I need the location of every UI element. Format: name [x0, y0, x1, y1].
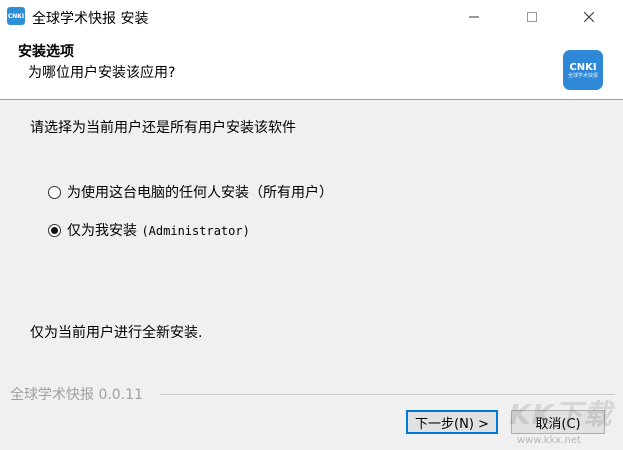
watermark-url: www.kkx.net: [517, 435, 581, 446]
cnki-logo: CNKI 全球学术快报: [563, 50, 603, 90]
title-bar: CNKI 全球学术快报 安装: [0, 0, 623, 33]
footer-divider: [160, 394, 615, 395]
minimize-button[interactable]: [451, 0, 497, 33]
window-title: 全球学术快报 安装: [32, 11, 149, 27]
logo-subtext: 全球学术快报: [567, 72, 598, 79]
page-title: 安装选项: [18, 44, 74, 60]
radio-current-user[interactable]: 仅为我安装 (Administrator): [48, 220, 250, 240]
close-button[interactable]: [566, 0, 612, 33]
version-label: 全球学术快报 0.0.11: [10, 384, 149, 404]
radio-all-users[interactable]: 为使用这台电脑的任何人安装（所有用户）: [48, 182, 333, 202]
next-button[interactable]: 下一步(N) >: [406, 410, 498, 434]
radio-all-users-label: 为使用这台电脑的任何人安装（所有用户）: [67, 185, 333, 201]
radio-current-user-label: 仅为我安装 (Administrator): [67, 220, 250, 240]
radio-current-user-circle[interactable]: [48, 223, 61, 237]
radio-current-user-account: (Administrator): [141, 224, 250, 238]
cancel-button[interactable]: 取消(C): [511, 410, 605, 434]
install-description: 仅为当前用户进行全新安装.: [30, 325, 203, 341]
close-icon: [584, 11, 594, 22]
app-icon: CNKI: [7, 7, 25, 25]
radio-current-user-label-cn: 仅为我安装: [67, 223, 137, 239]
radio-all-users-circle[interactable]: [48, 185, 61, 199]
install-prompt: 请选择为当前用户还是所有用户安装该软件: [30, 120, 296, 136]
logo-text: CNKI: [569, 61, 597, 73]
installer-header: 安装选项 为哪位用户安装该应用? CNKI 全球学术快报: [0, 33, 623, 100]
maximize-button[interactable]: [509, 0, 555, 33]
page-subtitle: 为哪位用户安装该应用?: [28, 65, 176, 81]
minimize-icon: [469, 16, 479, 17]
maximize-icon: [527, 11, 537, 22]
